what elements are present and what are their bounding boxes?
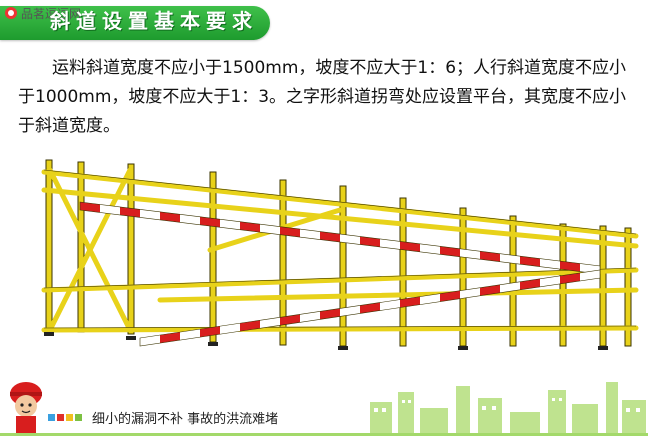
post-base [598, 346, 608, 350]
post-base [458, 346, 468, 350]
color-square [75, 414, 82, 421]
scaffold-post [399, 197, 407, 347]
color-square [57, 414, 64, 421]
scaffold-post [127, 163, 135, 335]
post-base [338, 346, 348, 350]
scaffold-ramp-illustration [41, 159, 639, 350]
requirement-paragraph: 运料斜道宽度不应小于1500mm，坡度不应大于1：6；人行斜道宽度不应小于100… [18, 58, 627, 136]
city-skyline-decoration [370, 382, 646, 436]
site-logo-icon [5, 7, 17, 19]
post-base [44, 332, 54, 336]
scaffold-post [209, 171, 217, 343]
post-base [208, 342, 218, 346]
safety-slogan: 细小的漏洞不补 事故的洪流难堵 [92, 412, 279, 427]
post-base [126, 336, 136, 340]
page-title: 斜道设置基本要求 [50, 9, 258, 33]
color-square [66, 414, 73, 421]
safety-mascot-icon [10, 382, 42, 434]
color-square [48, 414, 55, 421]
footer: 细小的漏洞不补 事故的洪流难堵 [0, 378, 648, 436]
color-squares [48, 414, 82, 421]
scaffold-rail [41, 325, 639, 333]
scaffold-post [45, 159, 53, 331]
scaffold-post [77, 161, 85, 333]
